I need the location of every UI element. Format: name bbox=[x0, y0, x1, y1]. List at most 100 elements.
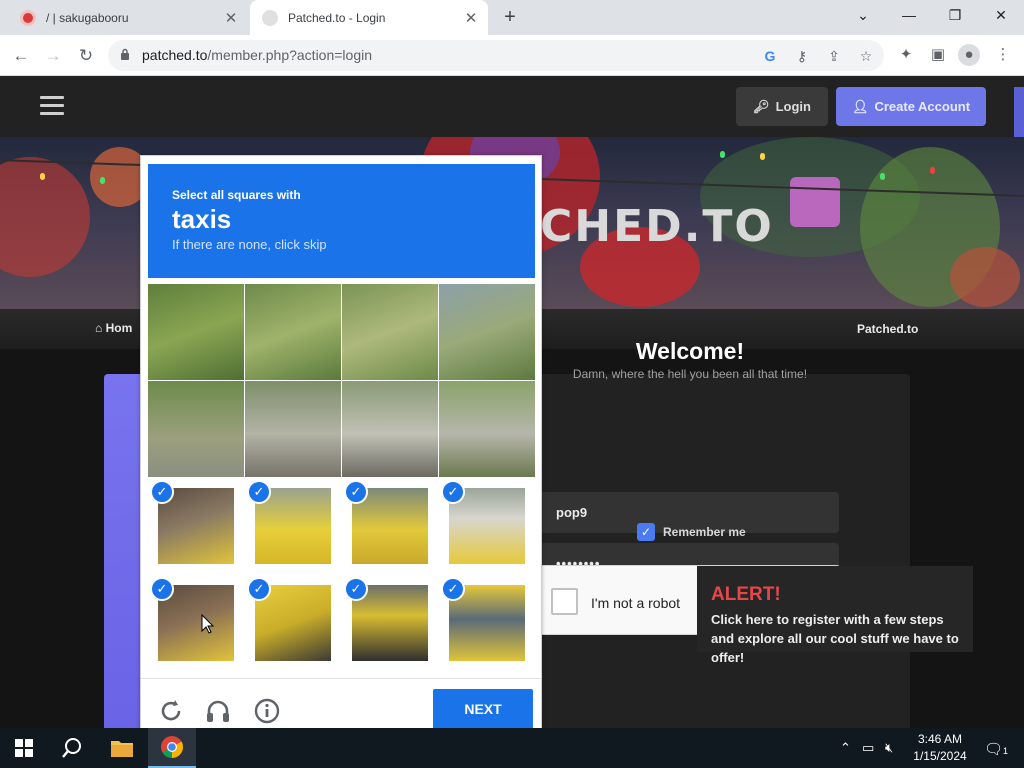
captcha-tile-image bbox=[148, 381, 244, 477]
volume-muted-icon[interactable]: 🔇︎ bbox=[885, 740, 893, 756]
bookmark-star-icon[interactable]: ☆ bbox=[856, 46, 876, 66]
captcha-tile[interactable] bbox=[342, 284, 438, 380]
url-text: patched.to/member.php?action=login bbox=[142, 47, 372, 63]
captcha-tile[interactable] bbox=[148, 284, 244, 380]
tab-strip: / | sakugabooru ✕ Patched.to - Login ✕ +… bbox=[0, 0, 1024, 35]
challenge-instruction: Select all squares with bbox=[172, 188, 301, 202]
selected-check-icon: ✓ bbox=[344, 577, 368, 601]
captcha-tile[interactable] bbox=[439, 284, 535, 380]
captcha-tile[interactable]: ✓ bbox=[245, 575, 341, 671]
tab-title: Patched.to - Login bbox=[288, 10, 386, 25]
key-icon: 🔑︎ bbox=[753, 98, 770, 114]
captcha-tile-image bbox=[245, 381, 341, 477]
create-account-button[interactable]: 👤︎ Create Account bbox=[836, 87, 986, 126]
close-window-icon[interactable]: ✕ bbox=[978, 0, 1024, 32]
file-explorer-icon[interactable] bbox=[98, 728, 146, 768]
selected-check-icon: ✓ bbox=[150, 480, 174, 504]
welcome-subtitle: Damn, where the hell you been all that t… bbox=[572, 367, 808, 381]
user-plus-icon: 👤︎ bbox=[851, 98, 869, 114]
profile-avatar-icon[interactable]: ● bbox=[958, 44, 980, 66]
selected-check-icon: ✓ bbox=[344, 480, 368, 504]
tab-patched-login[interactable]: Patched.to - Login ✕ bbox=[250, 0, 488, 35]
challenge-hint: If there are none, click skip bbox=[172, 237, 327, 252]
forward-arrow-icon[interactable]: → bbox=[40, 43, 66, 69]
captcha-tile-image bbox=[148, 284, 244, 380]
captcha-tile[interactable]: ✓ bbox=[342, 478, 438, 574]
lock-icon bbox=[121, 48, 129, 60]
alert-body: Click here to register with a few steps … bbox=[711, 612, 959, 665]
challenge-image-grid: ✓ ✓ ✓ ✓ ✓ ✓ ✓ ✓ bbox=[148, 284, 535, 671]
next-button[interactable]: NEXT bbox=[433, 689, 533, 729]
back-arrow-icon[interactable]: ← bbox=[8, 43, 34, 69]
recaptcha-challenge: Select all squares with taxis If there a… bbox=[140, 155, 542, 755]
restore-window-icon[interactable]: ❐ bbox=[932, 0, 978, 32]
selected-check-icon: ✓ bbox=[247, 577, 271, 601]
welcome-title: Welcome! bbox=[635, 338, 745, 364]
selected-check-icon: ✓ bbox=[247, 480, 271, 504]
login-card-accent bbox=[104, 374, 144, 728]
captcha-tile[interactable]: ✓ bbox=[148, 575, 244, 671]
challenge-header: Select all squares with taxis If there a… bbox=[148, 164, 535, 278]
chrome-icon[interactable] bbox=[148, 728, 196, 768]
network-icon[interactable]: ▭ bbox=[862, 740, 874, 756]
show-hidden-icons-icon[interactable]: ⌃ bbox=[840, 740, 851, 756]
register-alert[interactable]: ALERT! Click here to register with a few… bbox=[697, 566, 973, 665]
captcha-tile[interactable] bbox=[245, 381, 341, 477]
captcha-tile-image bbox=[342, 381, 438, 477]
captcha-tile[interactable]: ✓ bbox=[439, 478, 535, 574]
extensions-puzzle-icon[interactable]: ✦ bbox=[895, 44, 917, 66]
alert-title: ALERT! bbox=[711, 584, 781, 605]
tab-search-icon[interactable]: ⌄ bbox=[840, 0, 886, 32]
reload-challenge-icon[interactable] bbox=[157, 697, 185, 725]
search-icon[interactable] bbox=[48, 728, 96, 768]
captcha-tile[interactable]: ✓ bbox=[342, 575, 438, 671]
address-bar[interactable]: patched.to/member.php?action=login G ⚷ ⇪… bbox=[108, 40, 884, 71]
site-header: 🔑︎ Login 👤︎ Create Account bbox=[0, 77, 1024, 317]
selected-check-icon: ✓ bbox=[441, 577, 465, 601]
captcha-tile-image bbox=[439, 284, 535, 380]
captcha-tile-image bbox=[245, 284, 341, 380]
minimize-window-icon[interactable]: — bbox=[886, 0, 932, 32]
site-logo[interactable]: CHED.TO bbox=[540, 201, 774, 252]
hamburger-menu-icon[interactable] bbox=[40, 96, 64, 116]
challenge-target: taxis bbox=[172, 204, 232, 234]
breadcrumb-home[interactable]: ⌂ Hom bbox=[95, 321, 132, 335]
captcha-tile[interactable] bbox=[148, 381, 244, 477]
close-tab-icon[interactable]: ✕ bbox=[220, 9, 242, 27]
menu-kebab-icon[interactable]: ⋮ bbox=[992, 44, 1014, 66]
selected-check-icon: ✓ bbox=[441, 480, 465, 504]
windows-taskbar: ⌃ ▭ 🔇︎ 3:46 AM 1/15/2024 🗨︎1 bbox=[0, 728, 1024, 768]
mouse-cursor-icon bbox=[201, 614, 215, 634]
remember-me[interactable]: ✓ Remember me bbox=[637, 523, 746, 541]
recaptcha-label: I'm not a robot bbox=[591, 595, 681, 611]
reload-icon[interactable]: ↻ bbox=[73, 43, 99, 69]
recaptcha-checkbox[interactable] bbox=[551, 588, 578, 615]
info-icon[interactable] bbox=[253, 697, 281, 725]
selected-check-icon: ✓ bbox=[150, 577, 174, 601]
remember-checkbox[interactable]: ✓ bbox=[637, 523, 655, 541]
patched-favicon-icon bbox=[262, 9, 278, 26]
new-tab-button[interactable]: + bbox=[498, 5, 522, 29]
share-icon[interactable]: ⇪ bbox=[824, 46, 844, 66]
captcha-tile-image bbox=[439, 381, 535, 477]
sakugabooru-favicon-icon bbox=[20, 9, 36, 26]
captcha-tile[interactable] bbox=[342, 381, 438, 477]
windows-start-icon[interactable] bbox=[0, 728, 48, 768]
remember-label: Remember me bbox=[663, 525, 746, 539]
tab-sakugabooru[interactable]: / | sakugabooru ✕ bbox=[8, 0, 248, 35]
google-translate-icon[interactable]: G bbox=[760, 46, 780, 66]
audio-challenge-icon[interactable] bbox=[204, 697, 232, 725]
captcha-tile[interactable]: ✓ bbox=[245, 478, 341, 574]
side-panel-icon[interactable]: ▣ bbox=[927, 44, 949, 66]
captcha-tile[interactable]: ✓ bbox=[148, 478, 244, 574]
notification-center-icon[interactable]: 🗨︎1 bbox=[984, 740, 1008, 758]
captcha-tile[interactable] bbox=[245, 284, 341, 380]
captcha-tile[interactable]: ✓ bbox=[439, 575, 535, 671]
key-icon[interactable]: ⚷ bbox=[792, 46, 812, 66]
close-tab-icon[interactable]: ✕ bbox=[460, 9, 482, 27]
login-button[interactable]: 🔑︎ Login bbox=[736, 87, 828, 126]
system-clock[interactable]: 3:46 AM 1/15/2024 bbox=[908, 731, 972, 765]
captcha-tile[interactable] bbox=[439, 381, 535, 477]
breadcrumb-site-name[interactable]: Patched.to bbox=[857, 322, 918, 336]
tab-title: / | sakugabooru bbox=[46, 10, 129, 25]
